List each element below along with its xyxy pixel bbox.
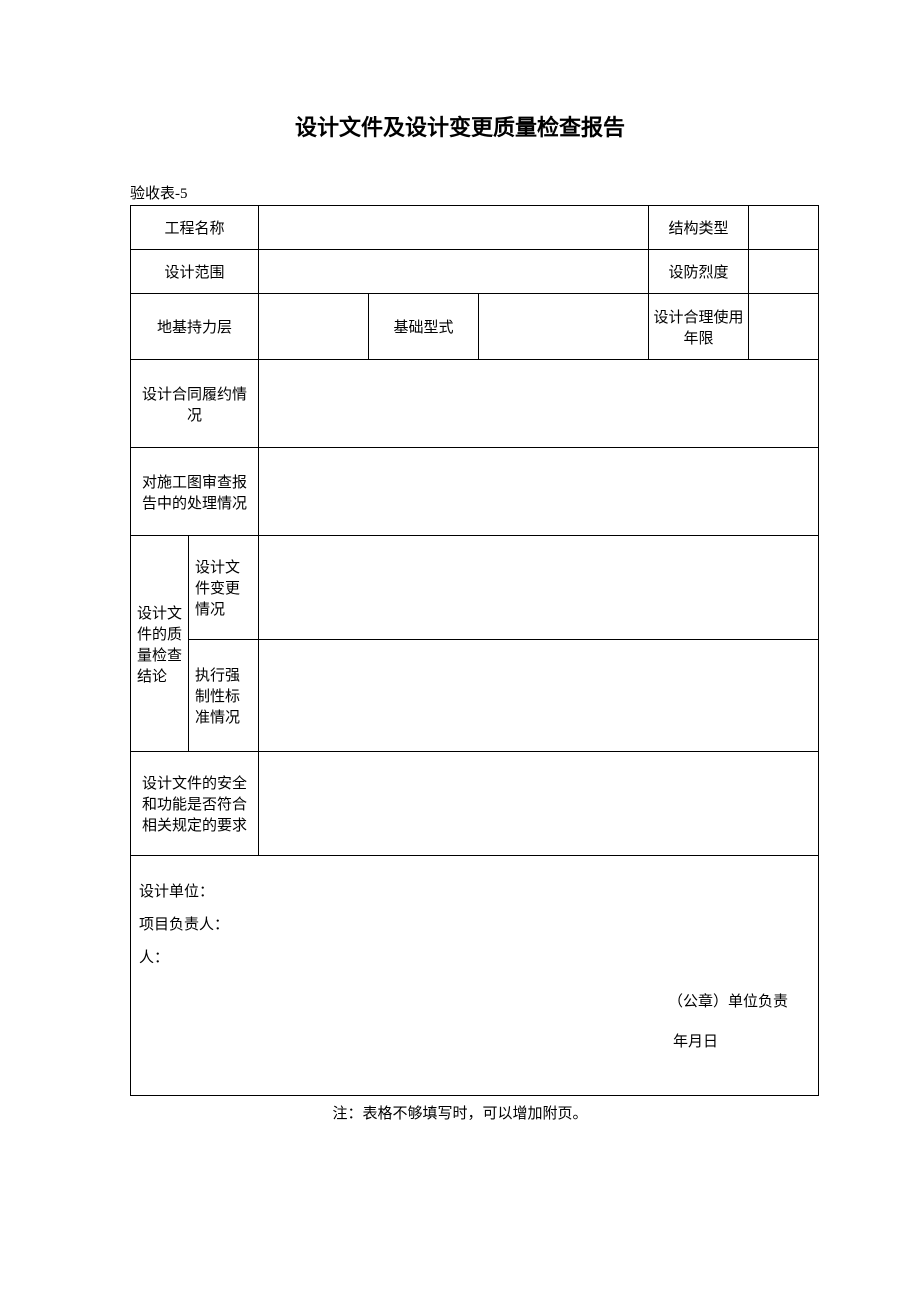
value-project-name[interactable] bbox=[259, 206, 649, 250]
label-person: 人： bbox=[139, 942, 810, 975]
label-foundation-type: 基础型式 bbox=[369, 294, 479, 360]
value-contract-performance[interactable] bbox=[259, 360, 819, 448]
label-project-manager: 项目负责人： bbox=[139, 909, 810, 942]
footnote: 注：表格不够填写时，可以增加附页。 bbox=[130, 1102, 790, 1123]
table-row: 工程名称 结构类型 bbox=[131, 206, 819, 250]
table-row: 设计文件的安全和功能是否符合相关规定的要求 bbox=[131, 752, 819, 856]
value-bearing-layer[interactable] bbox=[259, 294, 369, 360]
value-structure-type[interactable] bbox=[749, 206, 819, 250]
label-quality-conclusion: 设计文件的质量检查结论 bbox=[131, 536, 189, 752]
table-row: 设计文件的质量检查结论 设计文件变更情况 bbox=[131, 536, 819, 640]
table-row: 对施工图审查报告中的处理情况 bbox=[131, 448, 819, 536]
value-service-life[interactable] bbox=[749, 294, 819, 360]
page-title: 设计文件及设计变更质量检查报告 bbox=[130, 110, 790, 142]
label-date: 年月日 bbox=[673, 1026, 718, 1059]
label-seal: （公章）单位负责 bbox=[668, 986, 788, 1019]
label-contract-performance: 设计合同履约情况 bbox=[131, 360, 259, 448]
label-design-scope: 设计范围 bbox=[131, 250, 259, 294]
value-change-situation[interactable] bbox=[259, 536, 819, 640]
table-row: 地基持力层 基础型式 设计合理使用年限 bbox=[131, 294, 819, 360]
label-bearing-layer: 地基持力层 bbox=[131, 294, 259, 360]
label-project-name: 工程名称 bbox=[131, 206, 259, 250]
label-safety-function: 设计文件的安全和功能是否符合相关规定的要求 bbox=[131, 752, 259, 856]
label-design-unit: 设计单位： bbox=[139, 876, 810, 909]
table-row: 执行强制性标准情况 bbox=[131, 640, 819, 752]
signature-block[interactable]: 设计单位： 项目负责人： 人： （公章）单位负责 年月日 bbox=[131, 856, 819, 1096]
form-number: 验收表-5 bbox=[130, 182, 790, 203]
table-row: 设计单位： 项目负责人： 人： （公章）单位负责 年月日 bbox=[131, 856, 819, 1096]
table-row: 设计合同履约情况 bbox=[131, 360, 819, 448]
value-design-scope[interactable] bbox=[259, 250, 649, 294]
inspection-table: 工程名称 结构类型 设计范围 设防烈度 地基持力层 基础型式 设计合理使用年限 … bbox=[130, 205, 819, 1096]
label-change-situation: 设计文件变更情况 bbox=[189, 536, 259, 640]
value-drawing-review[interactable] bbox=[259, 448, 819, 536]
label-seismic-intensity: 设防烈度 bbox=[649, 250, 749, 294]
table-row: 设计范围 设防烈度 bbox=[131, 250, 819, 294]
value-safety-function[interactable] bbox=[259, 752, 819, 856]
label-drawing-review: 对施工图审查报告中的处理情况 bbox=[131, 448, 259, 536]
value-foundation-type[interactable] bbox=[479, 294, 649, 360]
label-service-life: 设计合理使用年限 bbox=[649, 294, 749, 360]
value-seismic-intensity[interactable] bbox=[749, 250, 819, 294]
label-mandatory-standard: 执行强制性标准情况 bbox=[189, 640, 259, 752]
label-structure-type: 结构类型 bbox=[649, 206, 749, 250]
value-mandatory-standard[interactable] bbox=[259, 640, 819, 752]
